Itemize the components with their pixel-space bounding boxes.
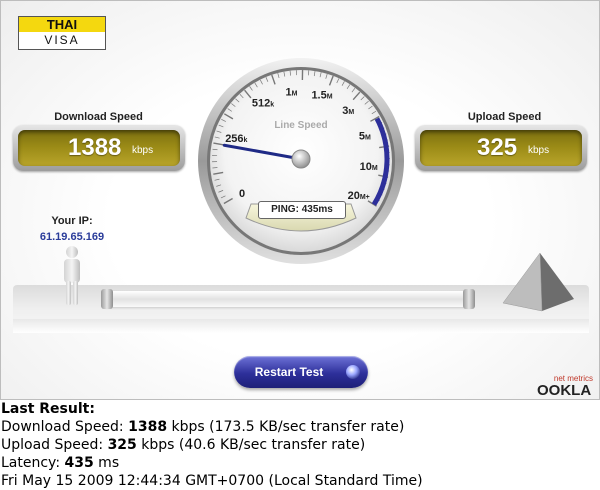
download-speed-panel: 1388 kbps (13, 125, 185, 171)
ookla-logo-text: OOKLA (537, 382, 592, 399)
logo-top-text: THAI (19, 17, 105, 32)
result-timestamp: Fri May 15 2009 12:44:34 GMT+0700 (Local… (1, 473, 423, 489)
result-upload-rest: kbps (40.6 KB/sec transfer rate) (136, 437, 366, 453)
result-upload-value: 325 (107, 437, 137, 453)
upload-speed-title: Upload Speed (467, 111, 542, 123)
logo-bottom-text: VISA (44, 33, 80, 47)
download-speed-unit: kbps (132, 145, 154, 156)
result-latency-line: Latency: 435 ms (1, 454, 599, 472)
result-upload-label: Upload Speed: (1, 437, 108, 453)
result-heading-text: Last Result: (1, 401, 95, 417)
restart-test-button[interactable]: Restart Test (234, 356, 368, 388)
result-latency-label: Latency: (1, 455, 65, 471)
restart-test-label: Restart Test (254, 365, 324, 379)
gauge-hub (291, 149, 311, 169)
result-latency-value: 435 (64, 455, 94, 471)
download-speed-value: 1388 (68, 134, 122, 161)
result-latency-rest: ms (93, 455, 120, 471)
restart-orb-icon (346, 365, 360, 379)
server-pyramid-icon (502, 252, 574, 312)
thaivisa-logo[interactable]: THAI VISA (18, 16, 106, 50)
result-download-rest: kbps (173.5 KB/sec transfer rate) (167, 419, 405, 435)
platform-edge (13, 319, 589, 333)
upload-speed-display: 325 kbps (420, 130, 582, 166)
result-heading: Last Result: (1, 400, 599, 418)
your-ip-label: Your IP: (51, 215, 93, 227)
gauge-tick-label: 0 (239, 188, 245, 200)
connection-tube (103, 291, 473, 307)
speed-gauge: 0256k512k1M 1.5M3M5M10M20M+ Line Speed (198, 58, 404, 264)
your-ip-value: 61.19.65.169 (39, 231, 105, 243)
upload-speed-unit: kbps (528, 145, 550, 156)
result-download-line: Download Speed: 1388 kbps (173.5 KB/sec … (1, 418, 599, 436)
download-speed-display: 1388 kbps (18, 130, 180, 166)
tube-left-cap (101, 289, 113, 309)
result-download-label: Download Speed: (1, 419, 129, 435)
last-result: Last Result: Download Speed: 1388 kbps (… (1, 400, 599, 490)
user-figure-icon (64, 246, 80, 305)
download-speed-title: Download Speed (54, 111, 143, 123)
result-upload-line: Upload Speed: 325 kbps (40.6 KB/sec tran… (1, 436, 599, 454)
result-download-value: 1388 (128, 419, 168, 435)
upload-speed-value: 325 (477, 134, 518, 161)
tube-right-cap (463, 289, 475, 309)
speedtest-app: THAI VISA Download Speed 1388 kbps Uploa… (0, 0, 600, 400)
ookla-logo[interactable]: OOKLA (537, 382, 591, 399)
upload-speed-panel: 325 kbps (415, 125, 587, 171)
ping-readout: PING: 435ms (258, 201, 346, 219)
gauge-center-label: Line Speed (274, 120, 327, 131)
